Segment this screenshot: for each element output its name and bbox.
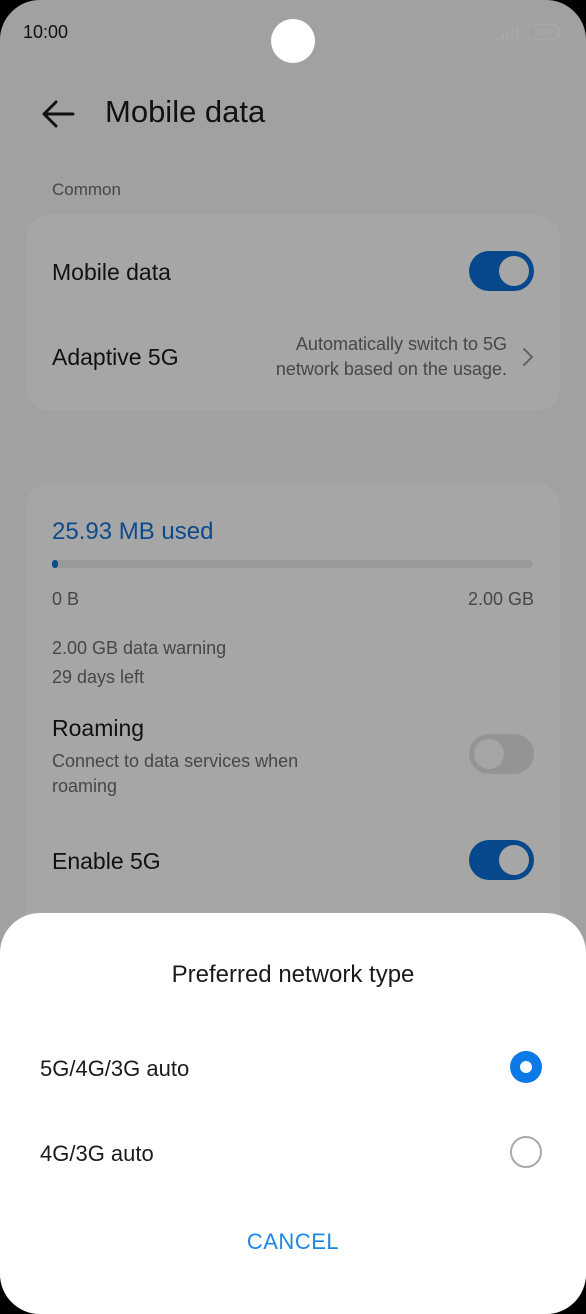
page-title: Mobile data bbox=[105, 94, 266, 129]
usage-progress-fill bbox=[52, 560, 59, 568]
enable-5g-toggle[interactable] bbox=[469, 840, 534, 880]
status-time: 10:00 bbox=[23, 22, 69, 42]
option-4g-3g-label[interactable]: 4G/3G auto bbox=[40, 1141, 154, 1167]
roaming-toggle[interactable] bbox=[469, 734, 534, 774]
chevron-right-icon[interactable] bbox=[521, 347, 535, 367]
adaptive-5g-description: Automatically switch to 5G network based… bbox=[275, 334, 507, 379]
roaming-description: Connect to data services when roaming bbox=[52, 751, 299, 796]
battery-icon: 100 bbox=[527, 24, 563, 40]
network-type-sheet: Preferred network type 5G/4G/3G auto 4G/… bbox=[0, 913, 586, 1314]
cancel-button[interactable]: CANCEL bbox=[0, 1229, 586, 1255]
days-left-text: 29 days left bbox=[52, 667, 145, 687]
usage-min-label: 0 B bbox=[52, 589, 80, 609]
phone-screen: 10:00 100 Mobile data Common Mobile data… bbox=[0, 0, 586, 1314]
data-warning-text: 2.00 GB data warning bbox=[52, 638, 227, 658]
usage-progress-bar bbox=[52, 560, 533, 568]
section-label-common: Common bbox=[52, 180, 121, 199]
mobile-data-label: Mobile data bbox=[52, 259, 171, 285]
back-arrow-icon[interactable] bbox=[40, 98, 76, 130]
usage-max-label: 2.00 GB bbox=[467, 589, 534, 609]
option-4g-3g-radio[interactable] bbox=[510, 1136, 542, 1168]
common-settings-card: Mobile data Adaptive 5G Automatically sw… bbox=[26, 215, 560, 411]
roaming-label: Roaming bbox=[52, 715, 145, 741]
sheet-title: Preferred network type bbox=[171, 961, 415, 988]
enable-5g-label: Enable 5G bbox=[52, 848, 161, 874]
adaptive-5g-label: Adaptive 5G bbox=[52, 344, 179, 370]
usage-card: 25.93 MB used 0 B 2.00 GB 2.00 GB data w… bbox=[26, 483, 560, 953]
option-5g-4g-3g-label[interactable]: 5G/4G/3G auto bbox=[40, 1056, 189, 1082]
signal-icon bbox=[496, 26, 520, 41]
data-used-link[interactable]: 25.93 MB used bbox=[52, 518, 213, 546]
camera-cutout bbox=[271, 19, 315, 63]
option-5g-4g-3g-radio[interactable] bbox=[510, 1051, 542, 1083]
mobile-data-toggle[interactable] bbox=[469, 251, 534, 291]
